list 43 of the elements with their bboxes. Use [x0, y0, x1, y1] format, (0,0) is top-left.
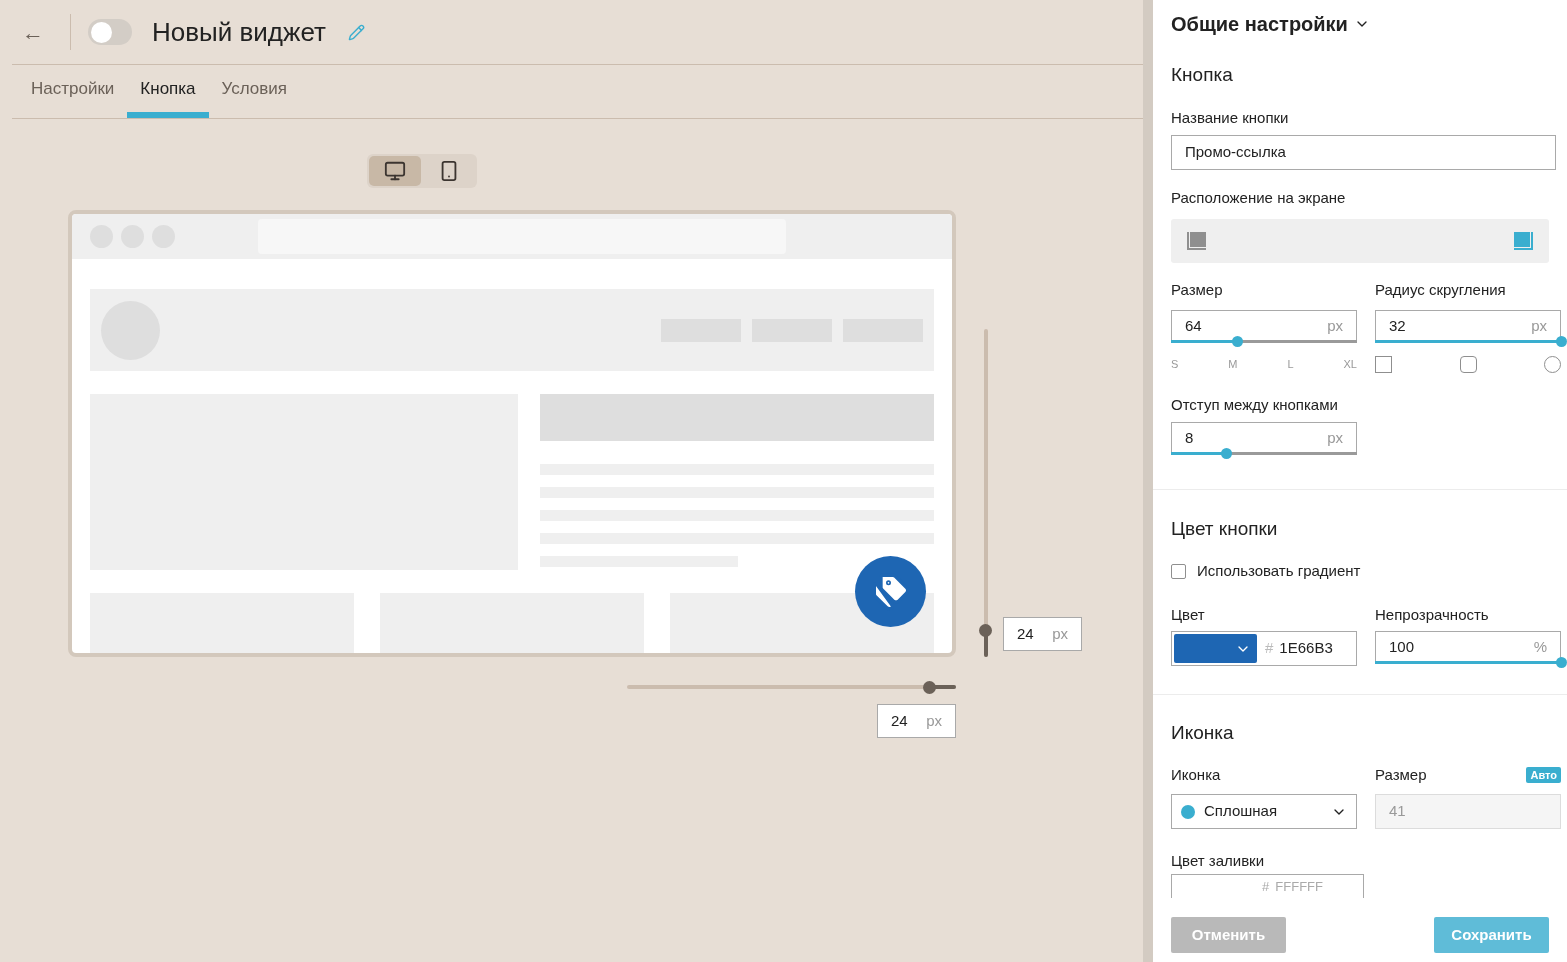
- hash-sign: #: [1262, 878, 1270, 895]
- field-label: Непрозрачность: [1375, 606, 1490, 624]
- size-mark: M: [1228, 357, 1238, 371]
- desktop-button[interactable]: [369, 156, 421, 186]
- horizontal-offset-field[interactable]: 24 px: [877, 704, 956, 738]
- corner-position-icon: [1514, 232, 1533, 250]
- checkbox-label: Использовать градиент: [1197, 560, 1361, 581]
- icon-dropdown[interactable]: Сплошная: [1171, 794, 1357, 829]
- color-field[interactable]: # 1E66B3: [1171, 631, 1357, 666]
- field-label: Размер: [1375, 766, 1427, 784]
- field-label: Расположение на экране: [1171, 189, 1347, 207]
- enable-toggle[interactable]: [88, 19, 132, 45]
- corner-shape-option[interactable]: [1459, 356, 1477, 373]
- widget-title: Новый виджет: [152, 15, 326, 49]
- tab[interactable]: Кнопка: [127, 65, 209, 118]
- field-label: Цвет заливки: [1171, 852, 1266, 870]
- section-heading: Иконка: [1171, 721, 1235, 745]
- settings-dropdown[interactable]: Общие настройки: [1171, 10, 1370, 38]
- tab[interactable]: Условия: [208, 65, 301, 118]
- field-label: Иконка: [1171, 766, 1222, 784]
- field-label: Размер: [1171, 281, 1224, 299]
- hex-value: 1E66B3: [1279, 638, 1333, 659]
- field-label: Цвет: [1171, 606, 1206, 624]
- pencil-icon[interactable]: [347, 23, 365, 41]
- vertical-offset-field[interactable]: 24 px: [1003, 617, 1082, 651]
- hash-sign: #: [1265, 638, 1274, 659]
- field-label: Название кнопки: [1171, 109, 1290, 127]
- back-button[interactable]: ←: [12, 15, 54, 49]
- section-heading: Цвет кнопки: [1171, 517, 1279, 541]
- field-label: Радиус скругления: [1375, 281, 1507, 299]
- corner-position-icon: [1187, 232, 1206, 250]
- hex-value: FFFFFF: [1275, 878, 1323, 895]
- field-label: Отступ между кнопками: [1171, 396, 1339, 414]
- color-swatch-dropdown[interactable]: [1174, 634, 1257, 663]
- size-mark: L: [1287, 357, 1294, 371]
- button-name-field[interactable]: Промо-ссылка: [1171, 135, 1556, 170]
- monitor-icon: [384, 160, 406, 182]
- gradient-checkbox[interactable]: [1171, 563, 1186, 579]
- size-mark: XL: [1343, 357, 1357, 371]
- corner-shape-option[interactable]: [1375, 356, 1392, 373]
- size-mark: S: [1171, 357, 1179, 371]
- section-heading: Кнопка: [1171, 63, 1234, 87]
- tab[interactable]: Настройки: [18, 65, 128, 118]
